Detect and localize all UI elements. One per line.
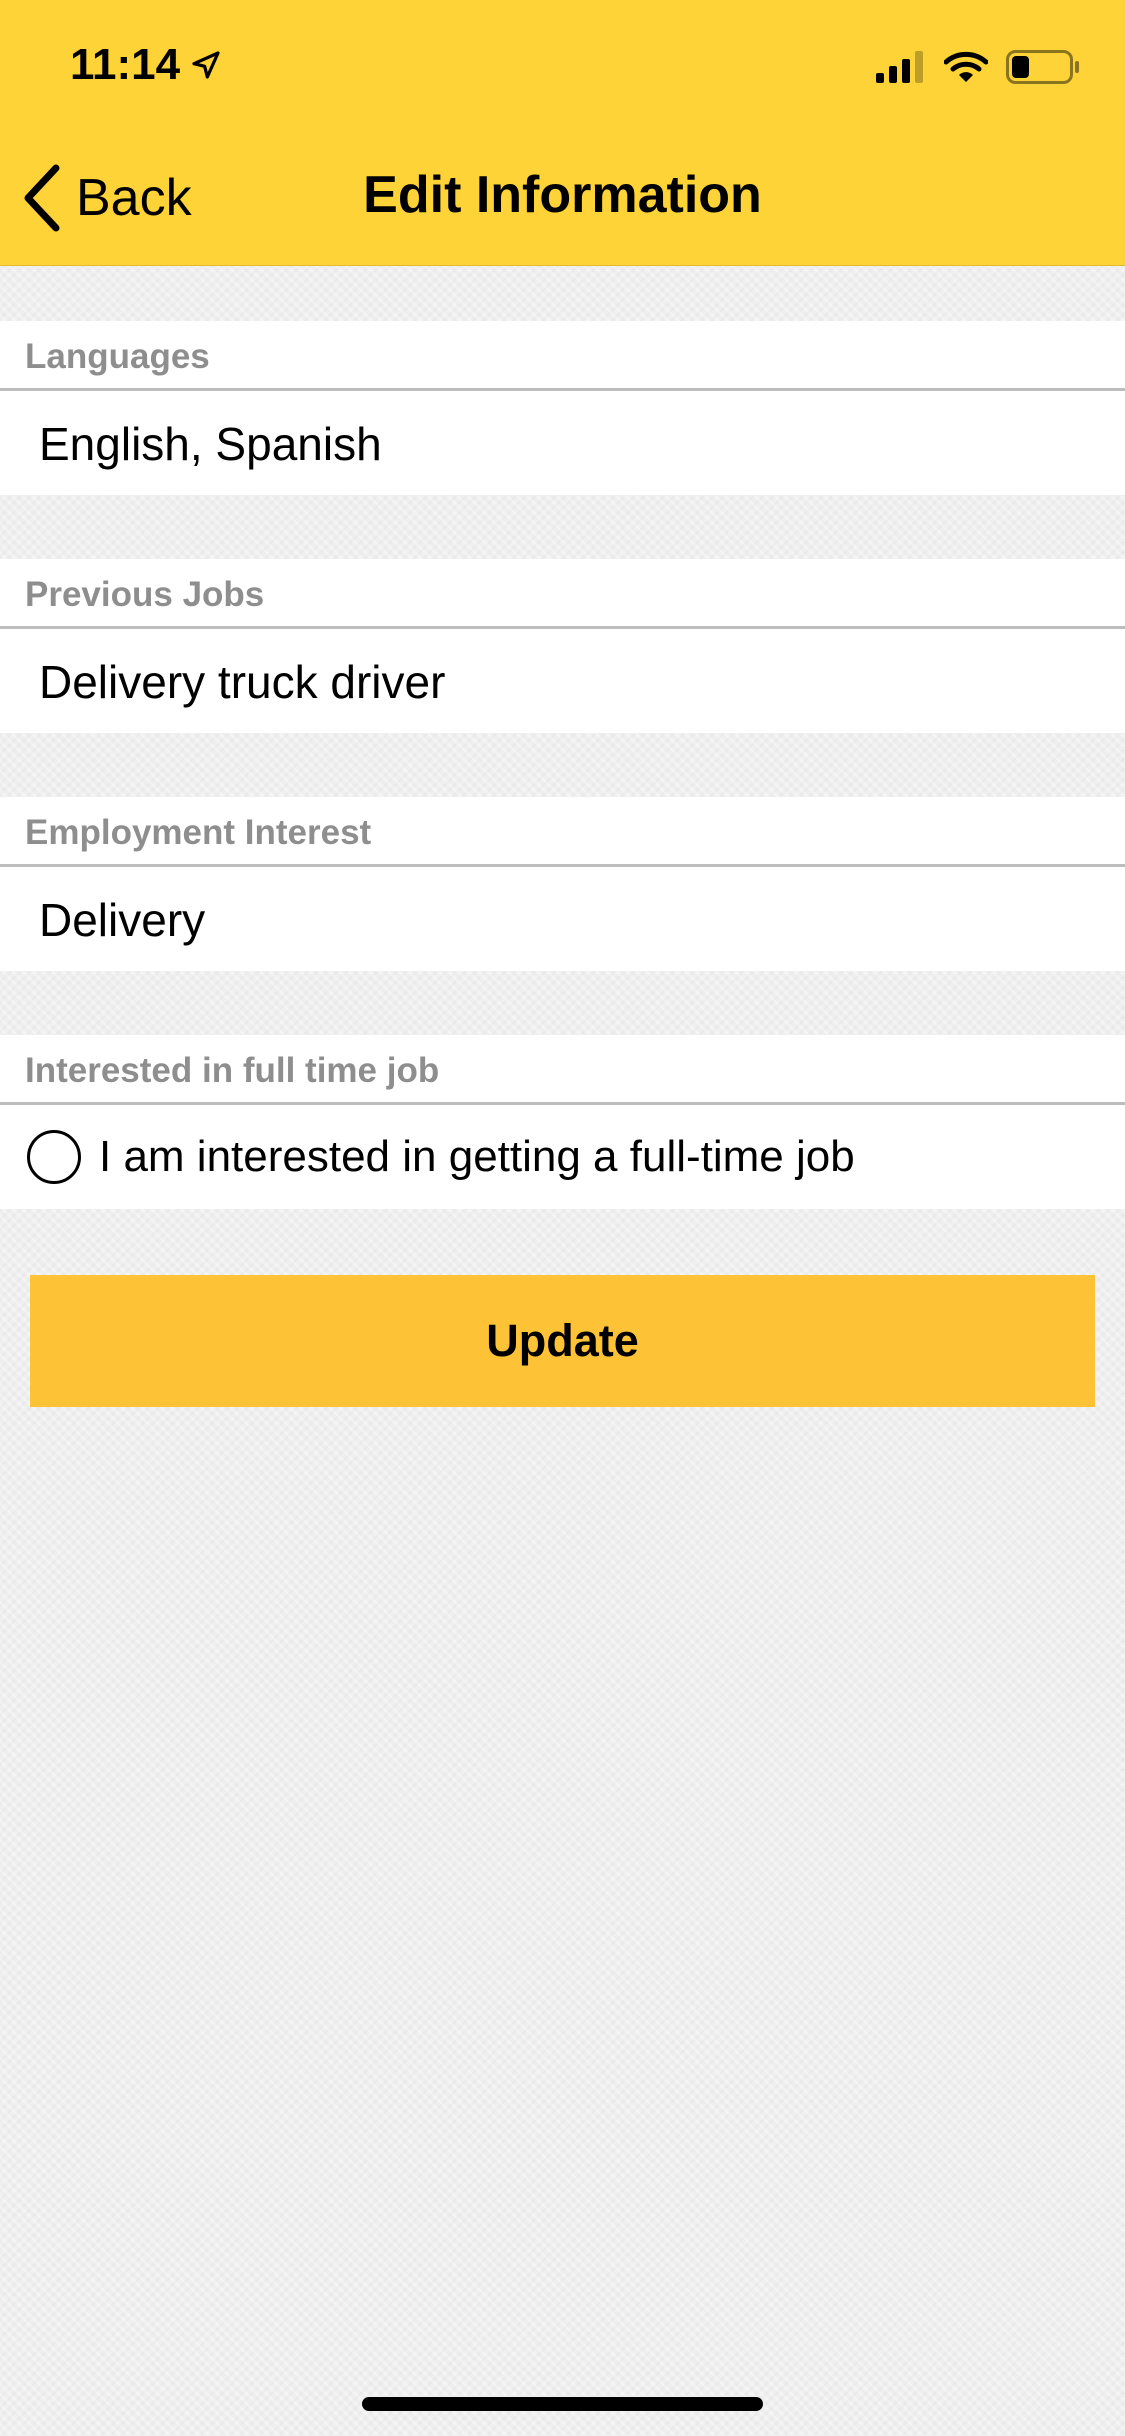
employment-interest-header: Employment Interest bbox=[0, 797, 1125, 867]
status-time-label: 11:14 bbox=[70, 40, 181, 89]
previous-jobs-field[interactable]: Delivery truck driver bbox=[0, 629, 1125, 733]
page-title: Edit Information bbox=[363, 166, 762, 224]
languages-section: Languages English, Spanish bbox=[0, 321, 1125, 495]
status-bar-time: 11:14 bbox=[70, 40, 222, 90]
previous-jobs-header: Previous Jobs bbox=[0, 559, 1125, 629]
full-time-checkbox-label: I am interested in getting a full-time j… bbox=[99, 1132, 855, 1181]
wifi-icon bbox=[944, 51, 988, 82]
cellular-signal-icon bbox=[876, 51, 923, 83]
home-indicator bbox=[362, 2397, 763, 2411]
employment-interest-field[interactable]: Delivery bbox=[0, 867, 1125, 971]
full-time-checkbox[interactable]: I am interested in getting a full-time j… bbox=[0, 1105, 1125, 1209]
location-arrow-icon bbox=[192, 51, 220, 79]
radio-circle-icon[interactable] bbox=[27, 1130, 81, 1184]
employment-interest-section: Employment Interest Delivery bbox=[0, 797, 1125, 971]
full-time-section: Interested in full time job I am interes… bbox=[0, 1035, 1125, 1209]
navigation-header: 11:14 Back Edit Information bbox=[0, 0, 1125, 266]
languages-field[interactable]: English, Spanish bbox=[0, 391, 1125, 495]
battery-icon bbox=[1006, 50, 1079, 84]
status-bar-indicators bbox=[876, 50, 1080, 84]
update-button[interactable]: Update bbox=[30, 1275, 1095, 1407]
languages-header: Languages bbox=[0, 321, 1125, 391]
previous-jobs-section: Previous Jobs Delivery truck driver bbox=[0, 559, 1125, 733]
full-time-header: Interested in full time job bbox=[0, 1035, 1125, 1105]
